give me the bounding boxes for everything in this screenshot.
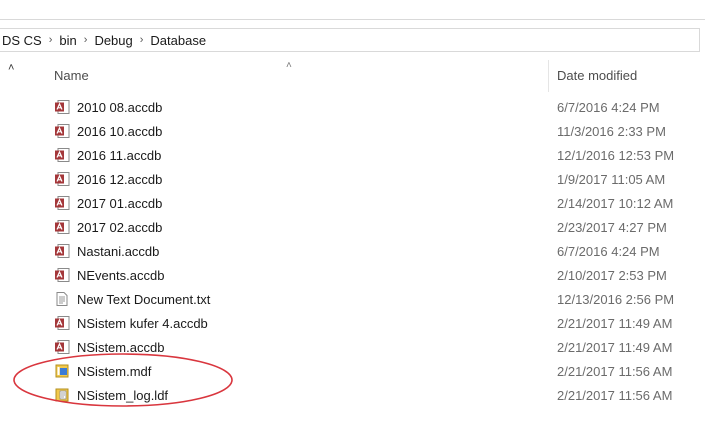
file-row[interactable]: New Text Document.txt 12/13/2016 2:56 PM — [34, 288, 705, 312]
chevron-up-icon[interactable]: ˄ — [8, 62, 14, 74]
file-date-modified: 12/1/2016 12:53 PM — [557, 148, 675, 163]
file-name[interactable]: New Text Document.txt — [77, 292, 210, 307]
file-date-modified: 11/3/2016 2:33 PM — [557, 124, 666, 139]
access-database-icon — [54, 219, 70, 235]
column-divider[interactable] — [548, 60, 549, 92]
file-row[interactable]: Nastani.accdb 6/7/2016 4:24 PM — [34, 240, 705, 264]
file-name[interactable]: 2016 11.accdb — [77, 148, 161, 163]
file-name[interactable]: Nastani.accdb — [77, 244, 159, 259]
breadcrumb-separator-icon[interactable]: › — [137, 34, 147, 46]
file-row[interactable]: 2017 02.accdb 2/23/2017 4:27 PM — [34, 216, 705, 240]
file-date-modified: 2/21/2017 11:49 AM — [557, 316, 673, 331]
file-name[interactable]: 2010 08.accdb — [77, 100, 162, 115]
file-date-modified: 2/21/2017 11:56 AM — [557, 388, 673, 403]
access-database-icon — [54, 147, 70, 163]
file-name[interactable]: NSistem kufer 4.accdb — [77, 316, 208, 331]
file-row[interactable]: 2016 12.accdb 1/9/2017 11:05 AM — [34, 168, 705, 192]
window-top-strip — [0, 0, 705, 18]
file-date-modified: 2/21/2017 11:56 AM — [557, 364, 673, 379]
red-highlight-ellipse — [13, 353, 233, 407]
file-name[interactable]: 2016 12.accdb — [77, 172, 162, 187]
file-row[interactable]: 2016 11.accdb 12/1/2016 12:53 PM — [34, 144, 705, 168]
file-row[interactable]: 2016 10.accdb 11/3/2016 2:33 PM — [34, 120, 705, 144]
file-name[interactable]: 2017 02.accdb — [77, 220, 162, 235]
file-row[interactable]: NSistem kufer 4.accdb 2/21/2017 11:49 AM — [34, 312, 705, 336]
toolbar-divider — [0, 19, 705, 20]
address-bar[interactable]: DS CS › bin › Debug › Database — [0, 28, 700, 52]
breadcrumb-item[interactable]: Debug — [90, 33, 136, 48]
access-database-icon — [54, 123, 70, 139]
file-date-modified: 2/21/2017 11:49 AM — [557, 340, 673, 355]
column-header-date-modified[interactable]: Date modified — [557, 68, 637, 83]
access-database-icon — [54, 195, 70, 211]
file-date-modified: 1/9/2017 11:05 AM — [557, 172, 666, 187]
file-name[interactable]: NEvents.accdb — [77, 268, 164, 283]
access-database-icon — [54, 171, 70, 187]
column-header-name[interactable]: Name — [54, 68, 89, 83]
file-date-modified: 12/13/2016 2:56 PM — [557, 292, 675, 307]
column-header-row: Name ˄ Date modified — [34, 60, 705, 92]
breadcrumb-separator-icon[interactable]: › — [46, 34, 56, 46]
file-date-modified: 6/7/2016 4:24 PM — [557, 100, 660, 115]
breadcrumb-item[interactable]: Database — [146, 33, 210, 48]
access-database-icon — [54, 315, 70, 331]
file-name[interactable]: 2017 01.accdb — [77, 196, 162, 211]
file-date-modified: 2/23/2017 4:27 PM — [557, 220, 667, 235]
file-row[interactable]: NEvents.accdb 2/10/2017 2:53 PM — [34, 264, 705, 288]
file-date-modified: 6/7/2016 4:24 PM — [557, 244, 660, 259]
breadcrumb-separator-icon[interactable]: › — [81, 34, 91, 46]
file-row[interactable]: 2017 01.accdb 2/14/2017 10:12 AM — [34, 192, 705, 216]
file-date-modified: 2/10/2017 2:53 PM — [557, 268, 667, 283]
access-database-icon — [54, 99, 70, 115]
breadcrumb-item[interactable]: DS CS — [0, 33, 46, 48]
file-row[interactable]: 2010 08.accdb 6/7/2016 4:24 PM — [34, 96, 705, 120]
access-database-icon — [54, 267, 70, 283]
file-date-modified: 2/14/2017 10:12 AM — [557, 196, 674, 211]
text-document-icon — [54, 291, 70, 307]
file-name[interactable]: 2016 10.accdb — [77, 124, 162, 139]
access-database-icon — [54, 243, 70, 259]
sort-ascending-icon: ˄ — [286, 60, 292, 71]
breadcrumb-item[interactable]: bin — [55, 33, 80, 48]
